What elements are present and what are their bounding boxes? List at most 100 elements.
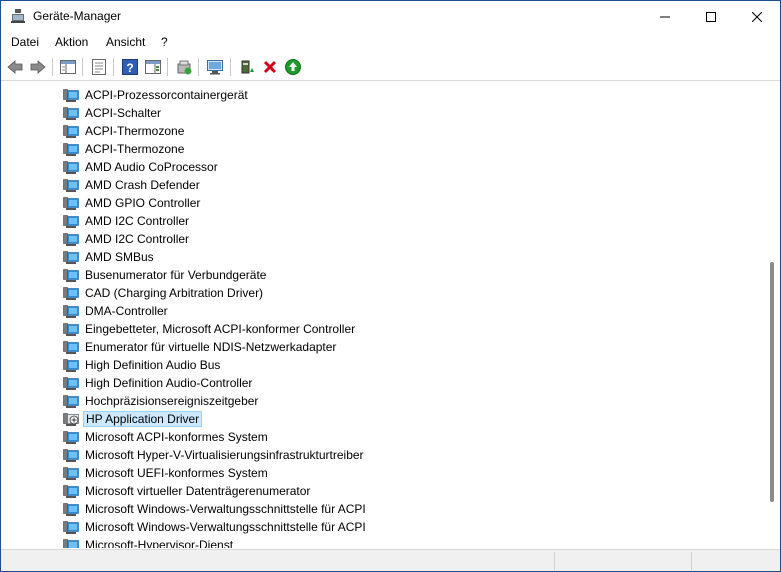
scan-hardware-icon[interactable] [206, 58, 224, 76]
show-hide-console-tree-icon[interactable] [59, 58, 77, 76]
device-label: Microsoft Hyper-V-Virtualisierungsinfras… [85, 448, 364, 462]
system-device-icon [63, 125, 79, 138]
back-icon[interactable] [6, 58, 24, 76]
maximize-icon [706, 11, 716, 22]
device-label: Microsoft Windows-Verwaltungsschnittstel… [85, 520, 366, 534]
device-item[interactable]: ACPI-Thermozone [3, 122, 743, 140]
device-item[interactable]: Hochpräzisionsereigniszeitgeber [3, 392, 743, 410]
device-item[interactable]: AMD I2C Controller [3, 212, 743, 230]
device-label: Microsoft UEFI-konformes System [85, 466, 268, 480]
device-tree[interactable]: ACPI-Prozessorcontainergerät ACPI-Schalte… [3, 82, 765, 548]
device-item[interactable]: AMD SMBus [3, 248, 743, 266]
device-item[interactable]: CAD (Charging Arbitration Driver) [3, 284, 743, 302]
update-driver-icon[interactable] [175, 58, 193, 76]
minimize-button[interactable] [642, 1, 688, 32]
properties-icon[interactable] [90, 58, 108, 76]
forward-icon[interactable] [29, 58, 47, 76]
window-title: Geräte-Manager [33, 9, 122, 23]
device-item[interactable]: Microsoft ACPI-konformes System [3, 428, 743, 446]
toolbar-separator [198, 58, 199, 76]
device-item[interactable]: High Definition Audio-Controller [3, 374, 743, 392]
action-pane-icon[interactable] [144, 58, 162, 76]
system-device-icon [63, 143, 79, 156]
system-device-icon [63, 395, 79, 408]
device-item[interactable]: Microsoft Hyper-V-Virtualisierungsinfras… [3, 446, 743, 464]
device-item[interactable]: AMD GPIO Controller [3, 194, 743, 212]
system-device-icon [63, 179, 79, 192]
device-item[interactable]: ACPI-Schalter [3, 104, 743, 122]
system-device-icon [63, 449, 79, 462]
system-device-icon [63, 215, 79, 228]
system-device-icon [63, 89, 79, 102]
device-label: ACPI-Thermozone [85, 142, 185, 156]
device-item[interactable]: Microsoft-Hypervisor-Dienst [3, 536, 743, 548]
device-label: AMD I2C Controller [85, 232, 190, 246]
device-item[interactable]: Microsoft Windows-Verwaltungsschnittstel… [3, 518, 743, 536]
device-item[interactable]: Microsoft virtueller Datenträgerenumerat… [3, 482, 743, 500]
scrollbar-thumb[interactable] [770, 262, 774, 502]
system-device-icon [63, 287, 79, 300]
device-item[interactable]: Busenumerator für Verbundgeräte [3, 266, 743, 284]
menu-aktion[interactable]: Aktion [55, 35, 88, 49]
status-pane [554, 552, 691, 570]
system-device-icon [63, 251, 79, 264]
device-label: ACPI-Schalter [85, 106, 162, 120]
maximize-button[interactable] [688, 1, 734, 32]
title-bar: Geräte-Manager [1, 1, 780, 32]
minimize-icon [660, 16, 670, 17]
device-item[interactable]: High Definition Audio Bus [3, 356, 743, 374]
uninstall-device-icon[interactable] [261, 58, 279, 76]
system-device-icon [63, 539, 79, 548]
menu-datei[interactable]: Datei [11, 35, 39, 49]
help-icon[interactable]: ? [121, 58, 139, 76]
enable-device-icon[interactable] [239, 58, 257, 76]
device-label: Microsoft-Hypervisor-Dienst [85, 538, 234, 548]
system-device-icon [63, 107, 79, 120]
svg-text:?: ? [126, 61, 133, 75]
device-item[interactable]: AMD Audio CoProcessor [3, 158, 743, 176]
device-label: HP Application Driver [83, 411, 203, 427]
device-item[interactable]: AMD Crash Defender [3, 176, 743, 194]
system-device-icon [63, 197, 79, 210]
device-item[interactable]: DMA-Controller [3, 302, 743, 320]
menu-help[interactable]: ? [161, 35, 168, 49]
device-item[interactable]: Eingebetteter, Microsoft ACPI-konformer … [3, 320, 743, 338]
device-manager-icon [11, 9, 25, 23]
system-device-icon [63, 269, 79, 282]
device-item[interactable]: ACPI-Thermozone [3, 140, 743, 158]
system-device-icon [63, 233, 79, 246]
system-device-icon [63, 431, 79, 444]
device-label: DMA-Controller [85, 304, 168, 318]
device-item[interactable]: HP Application Driver [3, 410, 743, 428]
menu-bar: Datei Aktion Ansicht ? [1, 32, 780, 54]
enable-green-icon[interactable] [284, 58, 302, 76]
device-label: ACPI-Prozessorcontainergerät [85, 88, 248, 102]
device-manager-window: Geräte-Manager Datei Aktion Ansicht ? ? … [0, 0, 781, 572]
system-device-icon [63, 503, 79, 516]
menu-ansicht[interactable]: Ansicht [106, 35, 145, 49]
vertical-scrollbar[interactable] [765, 82, 779, 548]
close-button[interactable] [734, 1, 780, 32]
device-label: AMD Crash Defender [85, 178, 200, 192]
device-warning-icon [63, 413, 79, 426]
system-device-icon [63, 377, 79, 390]
system-device-icon [63, 305, 79, 318]
system-device-icon [63, 485, 79, 498]
system-device-icon [63, 323, 79, 336]
device-label: AMD SMBus [85, 250, 154, 264]
device-label: ACPI-Thermozone [85, 124, 185, 138]
status-pane [691, 552, 779, 570]
close-icon [752, 11, 762, 22]
toolbar-separator [113, 58, 114, 76]
system-device-icon [63, 341, 79, 354]
device-item[interactable]: Enumerator für virtuelle NDIS-Netzwerkad… [3, 338, 743, 356]
toolbar-separator [230, 58, 231, 76]
device-item[interactable]: AMD I2C Controller [3, 230, 743, 248]
device-label: Microsoft Windows-Verwaltungsschnittstel… [85, 502, 366, 516]
toolbar: ? [1, 54, 780, 81]
device-label: AMD I2C Controller [85, 214, 190, 228]
device-item[interactable]: ACPI-Prozessorcontainergerät [3, 86, 743, 104]
device-item[interactable]: Microsoft Windows-Verwaltungsschnittstel… [3, 500, 743, 518]
device-item[interactable]: Microsoft UEFI-konformes System [3, 464, 743, 482]
device-label: Hochpräzisionsereigniszeitgeber [85, 394, 259, 408]
